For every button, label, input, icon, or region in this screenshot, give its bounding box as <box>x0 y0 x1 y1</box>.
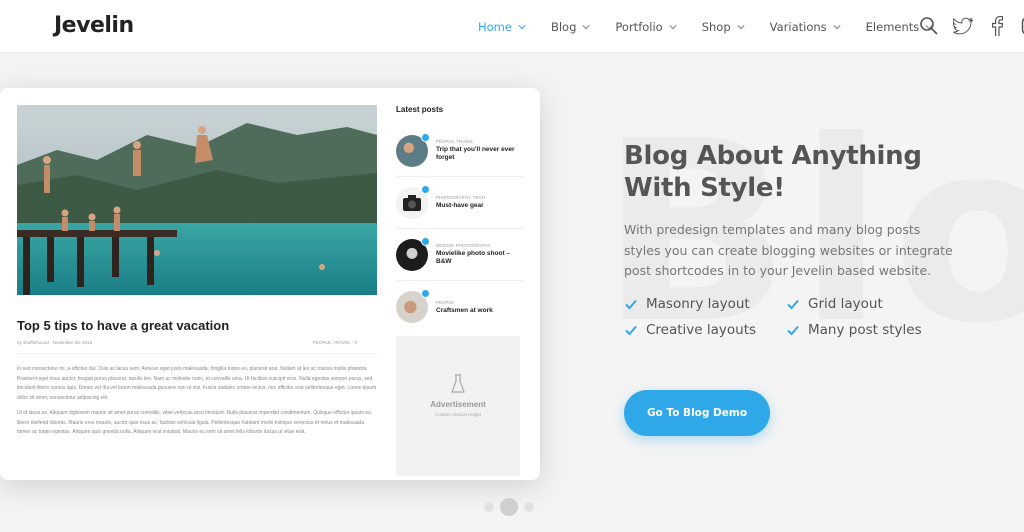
badge-icon <box>421 184 430 194</box>
page-description: With predesign templates and many blog p… <box>624 222 953 278</box>
list-item[interactable]: PHOTOGRAPHY, TECH Must-have gear <box>396 177 524 229</box>
site-logo[interactable]: Jevelin <box>54 13 134 38</box>
post-thumbnail <box>396 236 430 271</box>
post-link[interactable]: Craftsmen at work <box>436 307 493 315</box>
twitter-icon[interactable] <box>952 15 974 37</box>
feature-label: Many post styles <box>808 322 922 338</box>
site-header: Jevelin Home Blog Portfolio Shop Variati… <box>0 0 1024 53</box>
list-item[interactable]: PEOPLE Craftsmen at work <box>396 281 524 333</box>
instagram-icon[interactable] <box>1020 15 1024 37</box>
feature-label: Masonry layout <box>646 296 750 312</box>
chevron-down-icon <box>669 24 677 29</box>
slider-dot[interactable] <box>524 502 534 512</box>
checkmark-icon <box>787 325 799 336</box>
badge-icon <box>421 236 430 246</box>
post-category: PEOPLE, TRAVEL <box>436 139 474 144</box>
ad-title: Advertisement <box>430 400 486 409</box>
slider-pagination <box>484 498 534 516</box>
post-paragraph: Ut id lacus ex. Aliquam dignissim mauris… <box>17 410 371 435</box>
nav-item-label: Shop <box>701 19 731 34</box>
badge-icon <box>421 289 430 298</box>
feature-label: Grid layout <box>808 296 883 312</box>
chevron-down-icon <box>582 24 590 29</box>
feature-item: Masonry layout <box>624 296 786 312</box>
post-hero-image <box>17 105 377 295</box>
feature-label: Creative layouts <box>646 322 757 338</box>
chevron-down-icon <box>737 24 745 29</box>
nav-item-shop[interactable]: Shop <box>702 20 745 34</box>
slider-dot[interactable] <box>484 502 494 512</box>
post-title[interactable]: Top 5 tips to have a great vacation <box>17 318 229 333</box>
checkmark-icon <box>625 325 637 336</box>
nav-item-label: Portfolio <box>615 19 663 34</box>
post-link[interactable]: Movielike photo shoot – B&W <box>436 250 524 266</box>
latest-posts-list: PEOPLE, TRAVEL Trip that you'll never eve… <box>396 125 524 333</box>
checkmark-icon <box>625 299 637 310</box>
post-category: DESIGN, PHOTOGRAPHY <box>436 243 491 248</box>
headline-line: Blog About Anything <box>624 141 922 171</box>
post-category: PEOPLE <box>436 299 455 305</box>
facebook-icon[interactable] <box>986 15 1008 37</box>
list-item[interactable]: PEOPLE, TRAVEL Trip that you'll never eve… <box>396 125 524 177</box>
blog-preview-mockup: Top 5 tips to have a great vacation by s… <box>0 88 540 480</box>
nav-item-label: Variations <box>769 19 827 34</box>
blog-demo-button[interactable]: Go To Blog Demo <box>624 390 770 436</box>
header-icons <box>918 15 1024 37</box>
nav-item-variations[interactable]: Variations <box>770 20 841 34</box>
chevron-down-icon <box>833 24 841 29</box>
post-categories: PEOPLE, TRAVEL · 0 <box>313 340 357 345</box>
post-link[interactable]: Must-have gear <box>436 202 485 210</box>
checkmark-icon <box>787 299 799 310</box>
main-nav: Home Blog Portfolio Shop Variations Elem… <box>478 0 958 53</box>
latest-posts-title: Latest posts <box>396 105 444 114</box>
post-category: PHOTOGRAPHY, TECH <box>436 195 486 200</box>
divider <box>17 353 377 354</box>
post-meta: by shufflehound · November 25, 2016 <box>17 340 93 345</box>
search-icon[interactable] <box>918 15 940 37</box>
post-paragraph: In sed consectetur mi, a efficitur dui. … <box>17 366 377 401</box>
nav-item-label: Home <box>478 19 512 34</box>
nav-item-label: Elements <box>865 19 920 34</box>
advertisement-box[interactable]: Advertisement Custom Vertical Height <box>396 336 520 476</box>
post-thumbnail <box>396 132 430 167</box>
ad-subtitle: Custom Vertical Height <box>435 412 481 417</box>
post-excerpt: In sed consectetur mi, a efficitur dui. … <box>17 365 377 444</box>
nav-item-home[interactable]: Home <box>478 20 526 34</box>
chevron-down-icon <box>518 24 526 29</box>
feature-item: Grid layout <box>786 296 956 312</box>
slider-dot-active[interactable] <box>500 498 518 516</box>
flask-icon <box>451 374 465 393</box>
post-link[interactable]: Trip that you'll never ever forget <box>436 146 524 162</box>
headline-line: With Style! <box>624 173 785 203</box>
post-thumbnail <box>396 184 430 219</box>
badge-icon <box>421 132 430 142</box>
nav-item-label: Blog <box>550 19 577 34</box>
post-thumbnail <box>396 289 430 323</box>
feature-list: Masonry layout Grid layout Creative layo… <box>624 296 964 338</box>
feature-item: Creative layouts <box>624 322 786 338</box>
feature-item: Many post styles <box>786 322 956 338</box>
nav-item-blog[interactable]: Blog <box>551 20 590 34</box>
list-item[interactable]: DESIGN, PHOTOGRAPHY Movielike photo shoot… <box>396 229 524 281</box>
nav-item-portfolio[interactable]: Portfolio <box>615 19 677 34</box>
page-title: Blog About Anything With Style! <box>624 140 944 204</box>
